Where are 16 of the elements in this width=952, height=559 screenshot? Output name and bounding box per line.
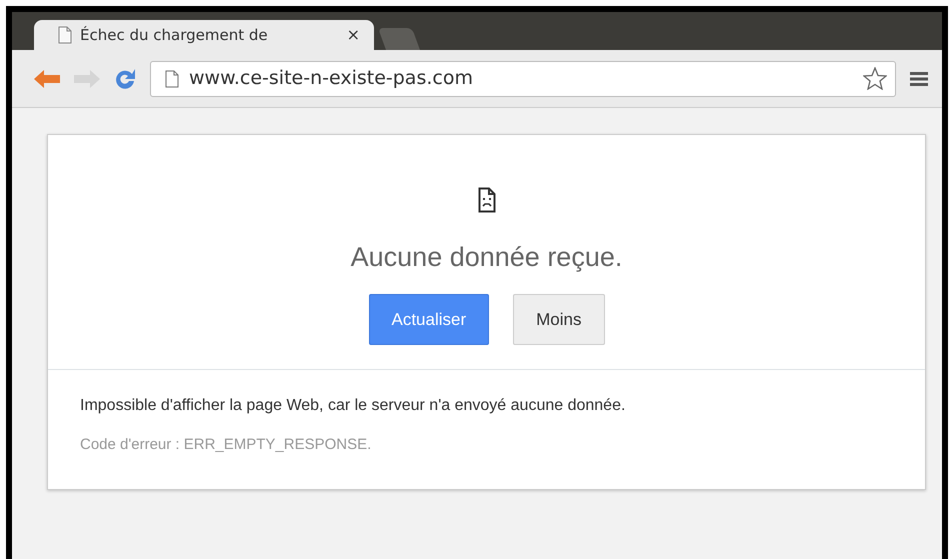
address-bar[interactable]: www.ce-site-n-existe-pas.com	[150, 60, 896, 96]
error-code: Code d'erreur : ERR_EMPTY_RESPONSE.	[80, 435, 372, 455]
back-icon[interactable]	[34, 70, 60, 88]
error-title: Aucune donnée reçue.	[350, 241, 622, 274]
browser-tab[interactable]: Échec du chargement de ×	[34, 20, 374, 50]
page-icon	[165, 70, 179, 88]
error-message: Impossible d'afficher la page Web, car le serveur n'a envoyé aucune donnée.	[80, 396, 626, 416]
url-text: www.ce-site-n-existe-pas.com	[189, 66, 473, 92]
close-tab-button[interactable]: ×	[346, 23, 360, 47]
page-icon	[58, 26, 72, 44]
tab-title: Échec du chargement de	[80, 24, 268, 46]
sad-page-icon	[478, 187, 496, 213]
details-button[interactable]: Moins	[513, 294, 604, 345]
menu-icon[interactable]	[910, 70, 928, 86]
bookmark-star-icon[interactable]	[863, 67, 887, 90]
reload-icon[interactable]	[114, 68, 136, 90]
